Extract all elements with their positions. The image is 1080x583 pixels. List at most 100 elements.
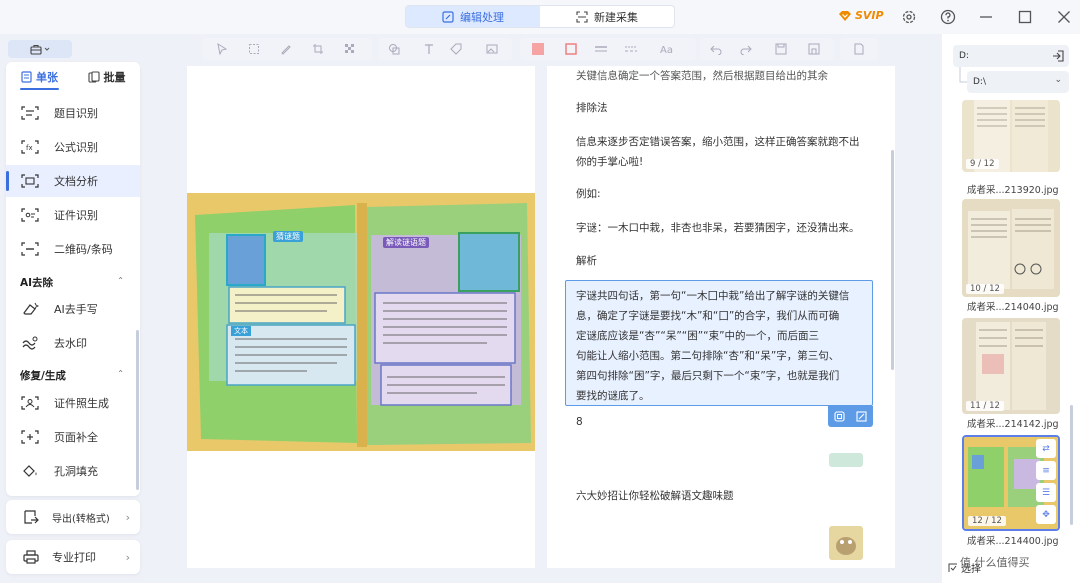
collapse-ai-icon[interactable]: ⌃ [117, 276, 124, 285]
text-line-cut[interactable]: 关键信息确定一个答案范围，然后根据题目给出的其余 [576, 66, 828, 86]
inline-image-mascot[interactable] [829, 526, 863, 560]
tool-label: 文档分析 [54, 175, 98, 188]
export-icon [24, 510, 39, 524]
document-icon[interactable] [853, 43, 865, 55]
undo-icon[interactable] [710, 43, 722, 55]
tool-id-recognition[interactable]: 证件识别 [6, 199, 140, 231]
inline-image-small[interactable] [829, 453, 863, 467]
tool-qrcode[interactable]: 二维码/条码 [6, 233, 140, 265]
line-style-icon[interactable] [625, 43, 637, 55]
portrait-icon [21, 396, 39, 410]
mosaic-icon[interactable] [344, 43, 356, 55]
text-line[interactable]: 例如: [576, 184, 601, 204]
save-icon[interactable] [808, 43, 820, 55]
crop-icon[interactable] [312, 43, 324, 55]
edit-text-icon[interactable] [856, 411, 867, 422]
selected-text-line: 句能让人缩小范围。第二句排除“杏”和“呆”字，第三句、 [576, 350, 840, 362]
svip-badge[interactable]: SVIP [838, 9, 884, 22]
tool-id-photo[interactable]: 证件照生成 [6, 387, 140, 419]
thumbnail-filename: 成者采...214040.jpg [967, 302, 1059, 313]
folder-path-root[interactable]: D: [953, 45, 1069, 67]
tab-edit[interactable]: 编辑处理 [406, 6, 540, 27]
svg-text:Aa: Aa [660, 45, 673, 55]
history-toolbar-group [700, 38, 834, 60]
pen-icon[interactable] [280, 43, 292, 55]
left-panel-scrollbar[interactable] [136, 330, 139, 490]
text-line[interactable]: 信息来逐步否定错误答案，缩小范围，这样正确答案就跑不出 [576, 132, 860, 152]
text-tool-icon[interactable] [423, 43, 435, 55]
thumbnail-10[interactable]: 10 / 12 [962, 199, 1060, 297]
font-size-icon[interactable]: Aa [660, 43, 682, 55]
qrcode-icon [21, 242, 39, 256]
tab-batch-label: 批量 [103, 71, 126, 84]
fill-color-icon[interactable] [532, 43, 544, 55]
tab-single[interactable]: 单张 [6, 62, 73, 92]
tag-icon[interactable] [450, 43, 462, 55]
chevron-right-icon: › [125, 551, 130, 564]
collapse-repair-icon[interactable]: ⌃ [117, 369, 124, 378]
thumbnail-9[interactable]: 9 / 12 [962, 100, 1060, 172]
copy-icon[interactable] [834, 411, 845, 422]
image-insert-icon[interactable] [486, 43, 498, 55]
pro-print-button[interactable]: 专业打印 › [6, 540, 140, 574]
tool-formula-recognition[interactable]: fx 公式识别 [6, 131, 140, 163]
selected-text-line: 定谜底应该是“杏”“呆”“困”“束”中的一个，而后面三 [576, 330, 820, 342]
selected-text-line: 息，确定了字谜是要找“木”和“囗”的合字，我们从而可确 [576, 310, 840, 322]
vip-diamond-icon [839, 10, 851, 21]
tab-new-capture[interactable]: 新建采集 [540, 6, 674, 27]
question-scan-icon [21, 106, 39, 120]
line-width-icon[interactable] [595, 43, 607, 55]
align-icon[interactable]: ≡ [1036, 461, 1056, 480]
tool-label: 二维码/条码 [54, 243, 113, 256]
pro-print-label: 专业打印 [52, 551, 96, 564]
thumbnail-page-label: 11 / 12 [966, 401, 1004, 411]
text-line-heading[interactable]: 六大妙招让你轻松破解语文趣味题 [576, 486, 734, 506]
svip-label: SVIP [855, 9, 884, 22]
list-icon[interactable]: ☰ [1036, 483, 1056, 502]
tool-label: 页面补全 [54, 431, 98, 444]
tool-document-analysis[interactable]: 文档分析 [6, 165, 140, 197]
tab-batch[interactable]: 批量 [73, 62, 140, 92]
stroke-color-icon[interactable] [565, 43, 577, 55]
export-format-button[interactable]: 导出(转格式) › [6, 500, 140, 534]
maximize-icon[interactable] [1016, 8, 1034, 26]
tool-remove-watermark[interactable]: 去水印 [6, 327, 140, 359]
path-root-text: D: [959, 51, 969, 61]
fill-icon [23, 465, 37, 477]
tool-question-recognition[interactable]: 题目识别 [6, 97, 140, 129]
thumbnail-11[interactable]: 11 / 12 [962, 318, 1060, 414]
folder-path-drive[interactable]: D:\ ⌄ [967, 71, 1069, 93]
text-line[interactable]: 解析 [576, 251, 597, 271]
tool-ai-remove-handwriting[interactable]: AI去手写 [6, 293, 140, 325]
book-tag-right: 解读谜语题 [383, 237, 429, 248]
save-as-icon[interactable] [775, 43, 787, 55]
watermark-icon [22, 336, 38, 350]
settings-icon[interactable] [900, 8, 918, 26]
toolbox-toggle-button[interactable] [8, 40, 72, 58]
page-number-text[interactable]: 8 [576, 412, 583, 432]
thumbnail-tools: ⇄ ≡ ☰ ✥ [1036, 439, 1056, 529]
text-line[interactable]: 字谜：一木口中栽，非杏也非呆，若要猜困字，还没猜出来。 [576, 218, 860, 238]
pointer-icon[interactable] [216, 43, 228, 55]
swap-icon[interactable]: ⇄ [1036, 439, 1056, 458]
close-window-icon[interactable] [1055, 8, 1073, 26]
redo-icon[interactable] [740, 43, 752, 55]
selected-text-block[interactable]: 字谜共四句话，第一句“一木囗中栽”给出了解字谜的关键信 息，确定了字谜是要找“木… [565, 280, 873, 406]
tool-page-complete[interactable]: 页面补全 [6, 421, 140, 453]
minimize-icon[interactable] [977, 8, 995, 26]
book-photo: 猜谜题 解读谜语题 文本 [187, 193, 535, 451]
marquee-select-icon[interactable] [248, 43, 260, 55]
text-line[interactable]: 排除法 [576, 98, 608, 118]
help-icon[interactable] [939, 8, 957, 26]
text-line[interactable]: 你的手掌心啦! [576, 152, 643, 172]
thumbnail-scrollbar[interactable] [1070, 405, 1073, 525]
thumbnail-image [962, 318, 1060, 414]
scan-icon [576, 10, 588, 23]
shape-icon[interactable] [388, 43, 400, 55]
page-scrollbar[interactable] [891, 150, 894, 370]
exit-folder-icon[interactable] [1052, 50, 1064, 62]
move-icon[interactable]: ✥ [1036, 505, 1056, 524]
tool-label: 证件照生成 [54, 397, 109, 410]
tool-label: 证件识别 [54, 209, 98, 222]
tool-hole-fill[interactable]: 孔洞填充 [6, 455, 140, 487]
